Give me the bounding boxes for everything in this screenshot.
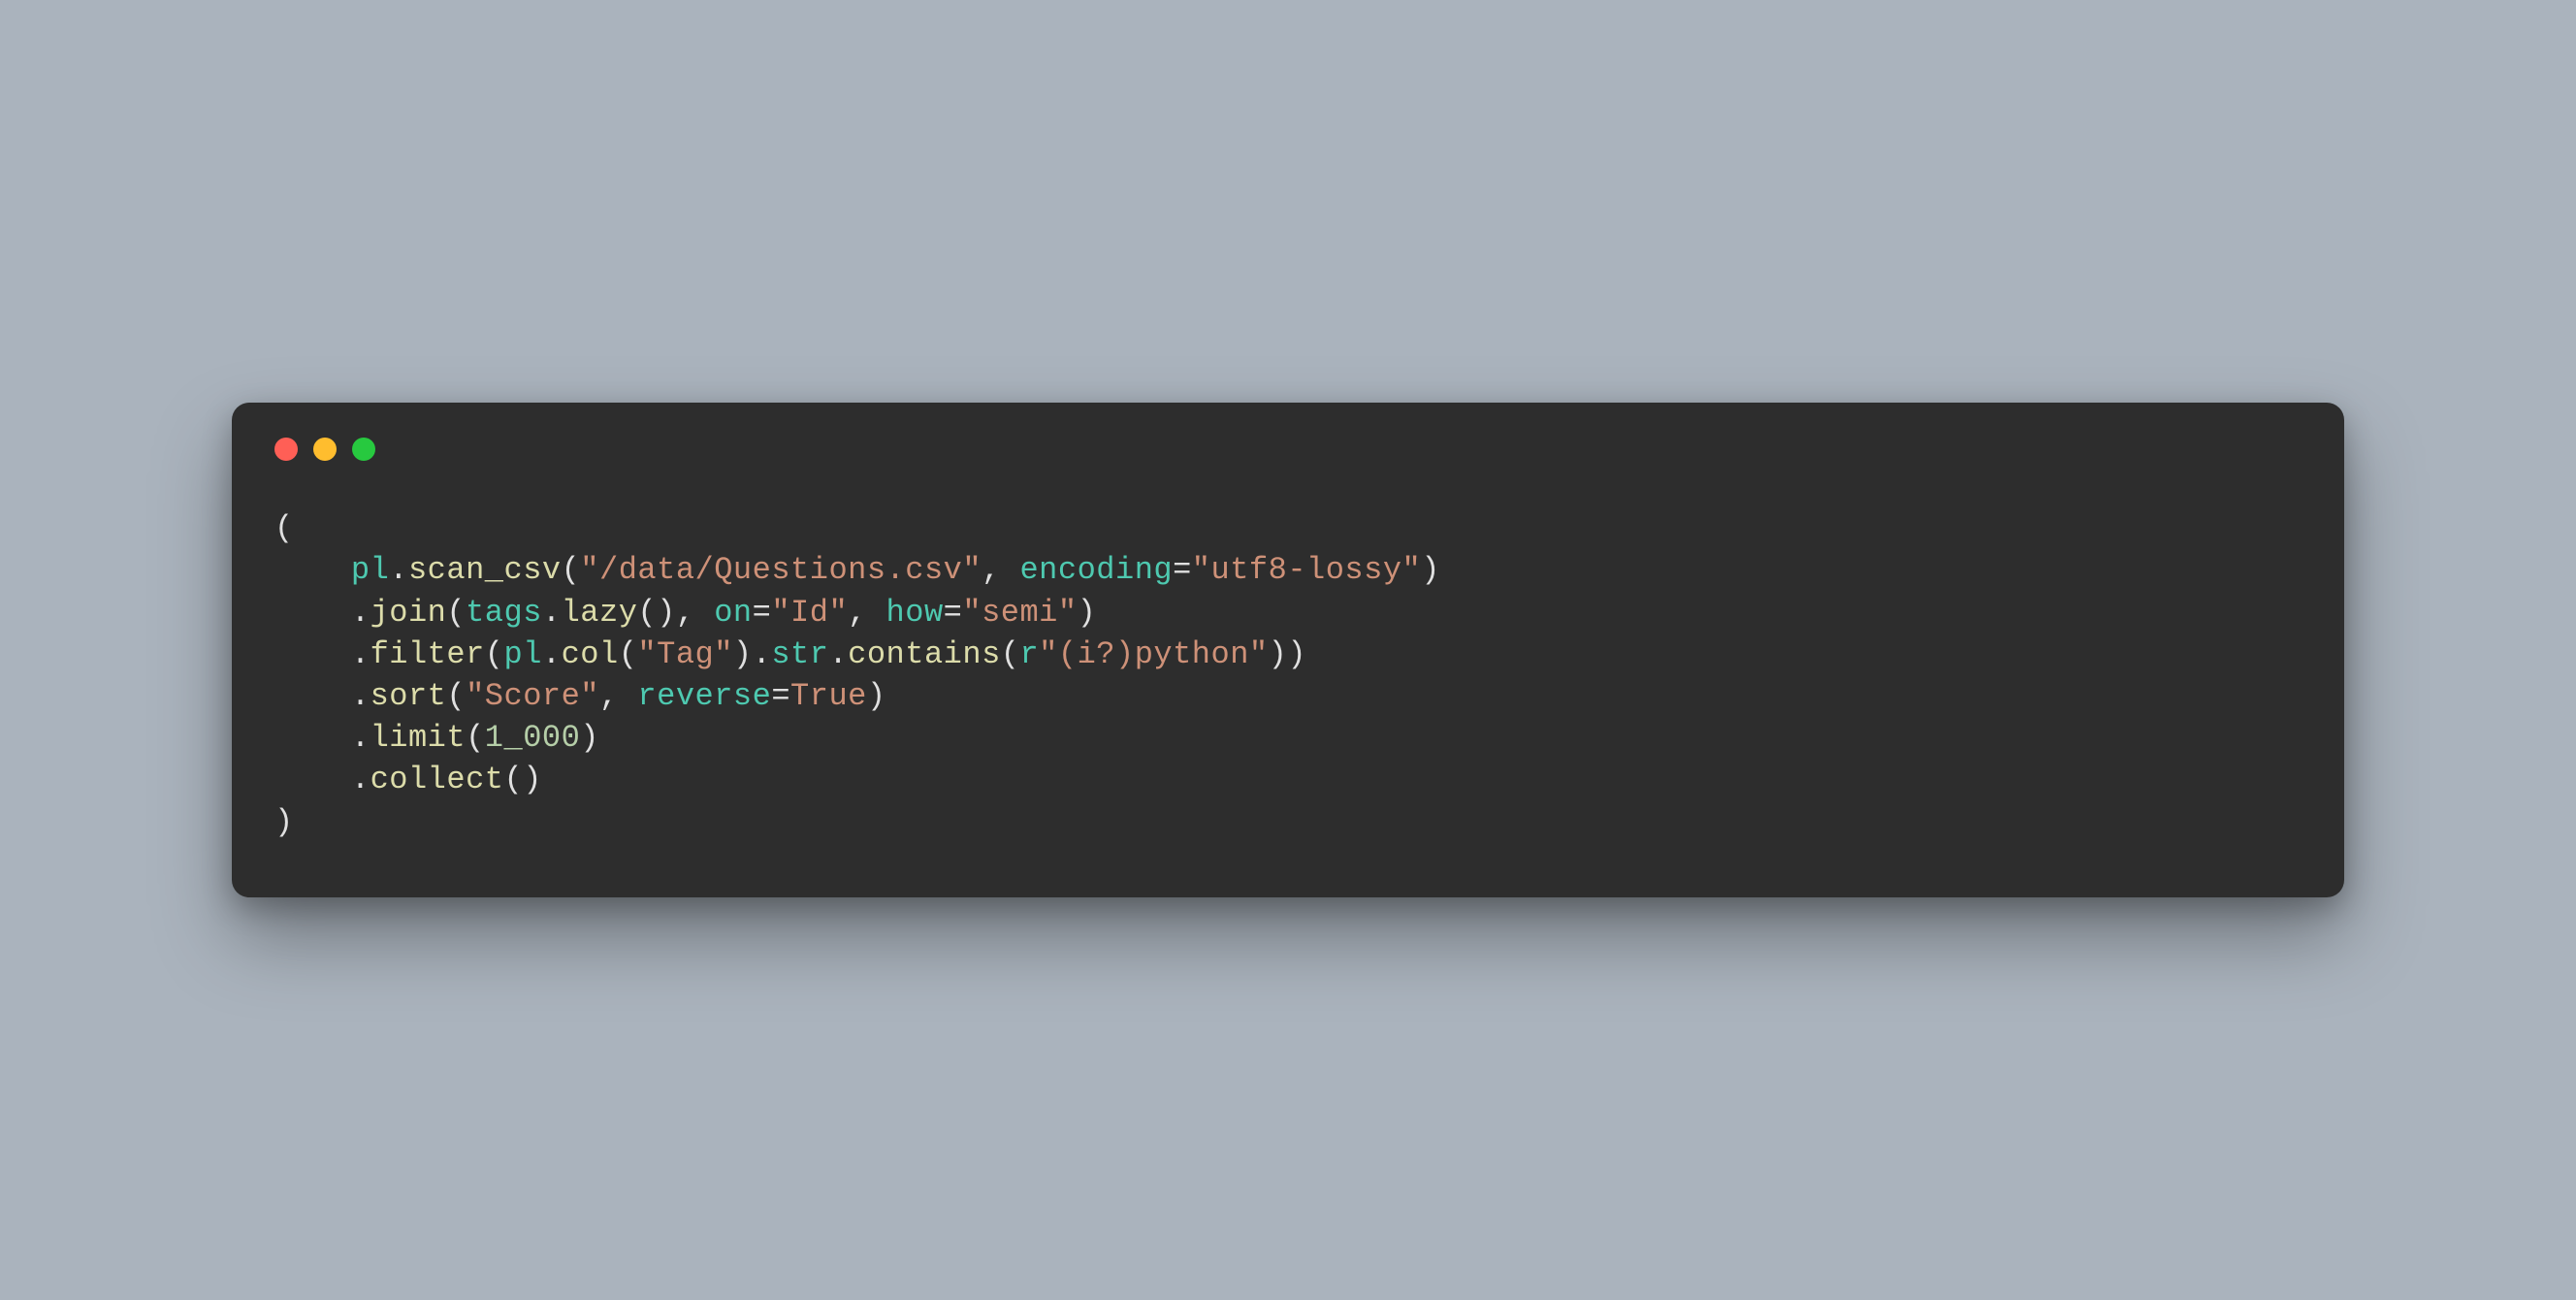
token-func: contains	[848, 636, 1001, 672]
token-string: "/data/Questions.csv"	[580, 552, 982, 588]
token-const: True	[790, 678, 867, 714]
token-number: 1_000	[485, 720, 581, 756]
token-punct: =	[1173, 552, 1192, 588]
token-string: "Tag"	[637, 636, 733, 672]
token-punct: .	[274, 762, 370, 797]
token-punct: ).	[733, 636, 771, 672]
token-kwarg: reverse	[637, 678, 771, 714]
token-punct: .	[828, 636, 848, 672]
token-obj: pl	[351, 552, 389, 588]
token-punct: (	[619, 636, 638, 672]
token-string: "Id"	[771, 595, 848, 631]
token-punct: =	[771, 678, 790, 714]
token-obj: str	[771, 636, 828, 672]
token-obj: tags	[466, 595, 542, 631]
token-punct: (	[485, 636, 504, 672]
token-kwarg: on	[714, 595, 752, 631]
token-punct: =	[753, 595, 772, 631]
code-card: ( pl.scan_csv("/data/Questions.csv", enc…	[232, 403, 2344, 897]
token-obj: r	[1019, 636, 1039, 672]
token-string: "Score"	[466, 678, 599, 714]
token-punct: (	[466, 720, 485, 756]
token-func: col	[562, 636, 619, 672]
token-punct: .	[274, 720, 370, 756]
token-punct: =	[944, 595, 963, 631]
token-kwarg: encoding	[1019, 552, 1173, 588]
token-punct: .	[542, 595, 562, 631]
token-punct: ()	[503, 762, 541, 797]
token-punct: )	[867, 678, 886, 714]
token-punct: (	[562, 552, 581, 588]
token-func: collect	[370, 762, 504, 797]
token-func: filter	[370, 636, 485, 672]
token-punct: (	[446, 678, 466, 714]
token-func: limit	[370, 720, 467, 756]
code-block: ( pl.scan_csv("/data/Questions.csv", enc…	[274, 507, 2302, 843]
token-string: "(i?)python"	[1039, 636, 1268, 672]
token-func: sort	[370, 678, 447, 714]
token-kwarg: how	[886, 595, 944, 631]
close-icon[interactable]	[274, 438, 298, 461]
token-ident	[274, 552, 351, 588]
token-punct: .	[389, 552, 408, 588]
token-punct: ,	[599, 678, 637, 714]
token-punct: .	[274, 636, 370, 672]
token-punct: .	[274, 595, 370, 631]
token-func: join	[370, 595, 447, 631]
maximize-icon[interactable]	[352, 438, 375, 461]
token-punct: ,	[982, 552, 1019, 588]
token-punct: )	[1421, 552, 1440, 588]
token-punct: )	[274, 804, 294, 840]
token-punct: (),	[637, 595, 714, 631]
minimize-icon[interactable]	[313, 438, 337, 461]
token-punct: .	[274, 678, 370, 714]
token-punct: (	[446, 595, 466, 631]
token-string: "utf8-lossy"	[1192, 552, 1421, 588]
token-punct: .	[542, 636, 562, 672]
token-punct: (	[274, 510, 294, 546]
token-string: "semi"	[962, 595, 1077, 631]
token-punct: ))	[1269, 636, 1306, 672]
token-obj: pl	[503, 636, 541, 672]
token-punct: ,	[848, 595, 886, 631]
token-func: scan_csv	[408, 552, 562, 588]
token-punct: (	[1001, 636, 1020, 672]
token-func: lazy	[562, 595, 638, 631]
token-punct: )	[580, 720, 599, 756]
token-punct: )	[1078, 595, 1097, 631]
window-titlebar	[274, 438, 2302, 461]
